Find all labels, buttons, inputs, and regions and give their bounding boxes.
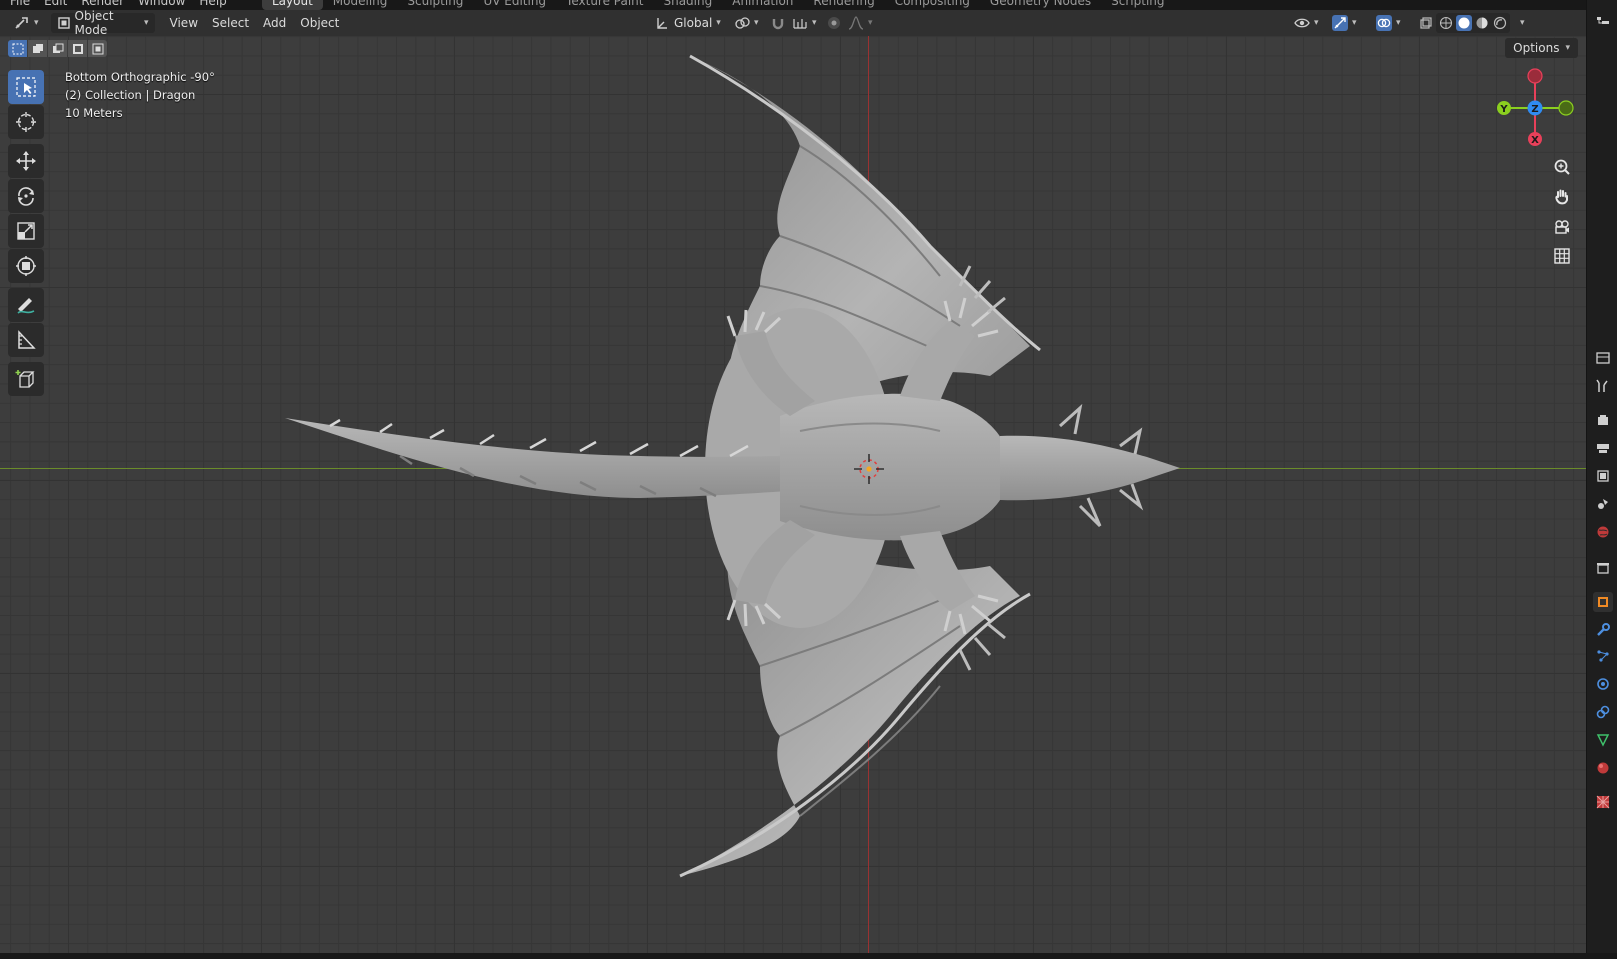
overlays-toggle[interactable]: ▾ xyxy=(1370,13,1407,33)
editor-type-icon xyxy=(14,15,30,31)
viewport-header: ▾ Object Mode ▾ View Select Add Object G… xyxy=(0,9,1586,37)
pivot-point-dropdown[interactable]: ▾ xyxy=(728,13,765,33)
header-menus: View Select Add Object xyxy=(163,13,347,33)
view-layer-properties-icon[interactable] xyxy=(1593,466,1613,486)
menu-file[interactable]: File xyxy=(10,0,30,8)
outliner-icon[interactable] xyxy=(1593,12,1613,32)
main-menu: File Edit Render Window Help xyxy=(10,0,227,8)
menu-edit[interactable]: Edit xyxy=(44,0,67,8)
tab-layout[interactable]: Layout xyxy=(262,0,323,10)
physics-properties-icon[interactable] xyxy=(1593,674,1613,694)
material-properties-icon[interactable] xyxy=(1593,758,1613,778)
tab-texture-paint[interactable]: Texture Paint xyxy=(556,0,653,10)
workspace-bar: File Edit Render Window Help Layout Mode… xyxy=(0,0,1617,10)
eye-icon xyxy=(1294,15,1310,31)
solid-shading-icon[interactable] xyxy=(1456,15,1472,31)
chevron-down-icon: ▾ xyxy=(144,18,149,28)
world-properties-icon[interactable] xyxy=(1593,522,1613,542)
chevron-down-icon: ▾ xyxy=(868,18,873,28)
object-origin-dot xyxy=(866,466,872,472)
overlays-icon xyxy=(1376,15,1392,31)
chevron-down-icon: ▾ xyxy=(34,18,39,28)
dragon-model[interactable] xyxy=(0,36,1586,953)
chevron-down-icon: ▾ xyxy=(716,18,721,28)
rendered-shading-icon[interactable] xyxy=(1492,15,1508,31)
menu-render[interactable]: Render xyxy=(81,0,124,8)
orientation-icon xyxy=(654,15,670,31)
gizmo-icon xyxy=(1332,15,1348,31)
chevron-down-icon[interactable]: ▾ xyxy=(1520,18,1525,28)
menu-add[interactable]: Add xyxy=(256,13,293,33)
object-properties-icon[interactable] xyxy=(1593,592,1613,612)
status-bar xyxy=(0,953,1617,959)
texture-properties-icon[interactable] xyxy=(1593,792,1613,812)
editor-type-button[interactable]: ▾ xyxy=(8,13,45,33)
chevron-down-icon: ▾ xyxy=(1396,18,1401,28)
3d-viewport[interactable]: Bottom Orthographic -90° (2) Collection … xyxy=(0,36,1586,953)
render-properties-icon[interactable] xyxy=(1593,410,1613,430)
shading-modes xyxy=(1436,13,1510,33)
orientation-label: Global xyxy=(674,16,713,30)
mode-label: Object Mode xyxy=(74,9,114,37)
tab-sculpting[interactable]: Sculpting xyxy=(397,0,473,10)
menu-help[interactable]: Help xyxy=(199,0,226,8)
menu-view[interactable]: View xyxy=(163,13,205,33)
properties-editor-icon[interactable] xyxy=(1593,348,1613,368)
constraints-properties-icon[interactable] xyxy=(1593,702,1613,722)
tab-compositing[interactable]: Compositing xyxy=(885,0,980,10)
torso xyxy=(780,393,1010,541)
properties-tab-strip xyxy=(1586,0,1617,959)
particles-properties-icon[interactable] xyxy=(1593,646,1613,666)
snap-target-dropdown[interactable]: ▾ xyxy=(786,13,823,33)
menu-select[interactable]: Select xyxy=(205,13,256,33)
menu-window[interactable]: Window xyxy=(138,0,185,8)
tool-properties-icon[interactable] xyxy=(1593,376,1613,396)
material-shading-icon[interactable] xyxy=(1474,15,1490,31)
tab-animation[interactable]: Animation xyxy=(722,0,803,10)
head xyxy=(1000,435,1180,501)
falloff-dropdown[interactable]: ▾ xyxy=(842,13,879,33)
mode-dropdown[interactable]: Object Mode ▾ xyxy=(50,9,155,37)
scene-properties-icon[interactable] xyxy=(1593,494,1613,514)
chevron-down-icon: ▾ xyxy=(754,18,759,28)
menu-object[interactable]: Object xyxy=(293,13,346,33)
data-properties-icon[interactable] xyxy=(1593,730,1613,750)
xray-icon xyxy=(1418,15,1434,31)
magnet-icon xyxy=(770,15,786,31)
proportional-edit-icon xyxy=(826,15,842,31)
gizmo-toggle[interactable]: ▾ xyxy=(1326,13,1363,33)
wireframe-shading-icon[interactable] xyxy=(1438,15,1454,31)
output-properties-icon[interactable] xyxy=(1593,438,1613,458)
snap-increment-icon xyxy=(792,15,808,31)
transform-orientation-dropdown[interactable]: Global ▾ xyxy=(648,13,727,33)
tab-geometry-nodes[interactable]: Geometry Nodes xyxy=(980,0,1101,10)
tab-shading[interactable]: Shading xyxy=(653,0,722,10)
chevron-down-icon: ▾ xyxy=(812,18,817,28)
object-mode-icon xyxy=(57,15,71,31)
tab-modeling[interactable]: Modeling xyxy=(323,0,398,10)
collection-properties-icon[interactable] xyxy=(1593,558,1613,578)
falloff-curve-icon xyxy=(848,15,864,31)
chevron-down-icon: ▾ xyxy=(1352,18,1357,28)
chevron-down-icon: ▾ xyxy=(1314,18,1319,28)
tab-scripting[interactable]: Scripting xyxy=(1101,0,1174,10)
visibility-dropdown[interactable]: ▾ xyxy=(1288,13,1325,33)
workspace-tabs: Layout Modeling Sculpting UV Editing Tex… xyxy=(262,0,1175,10)
modifier-properties-icon[interactable] xyxy=(1593,620,1613,640)
tab-rendering[interactable]: Rendering xyxy=(803,0,884,10)
tab-uv-editing[interactable]: UV Editing xyxy=(473,0,556,10)
pivot-icon xyxy=(734,15,750,31)
